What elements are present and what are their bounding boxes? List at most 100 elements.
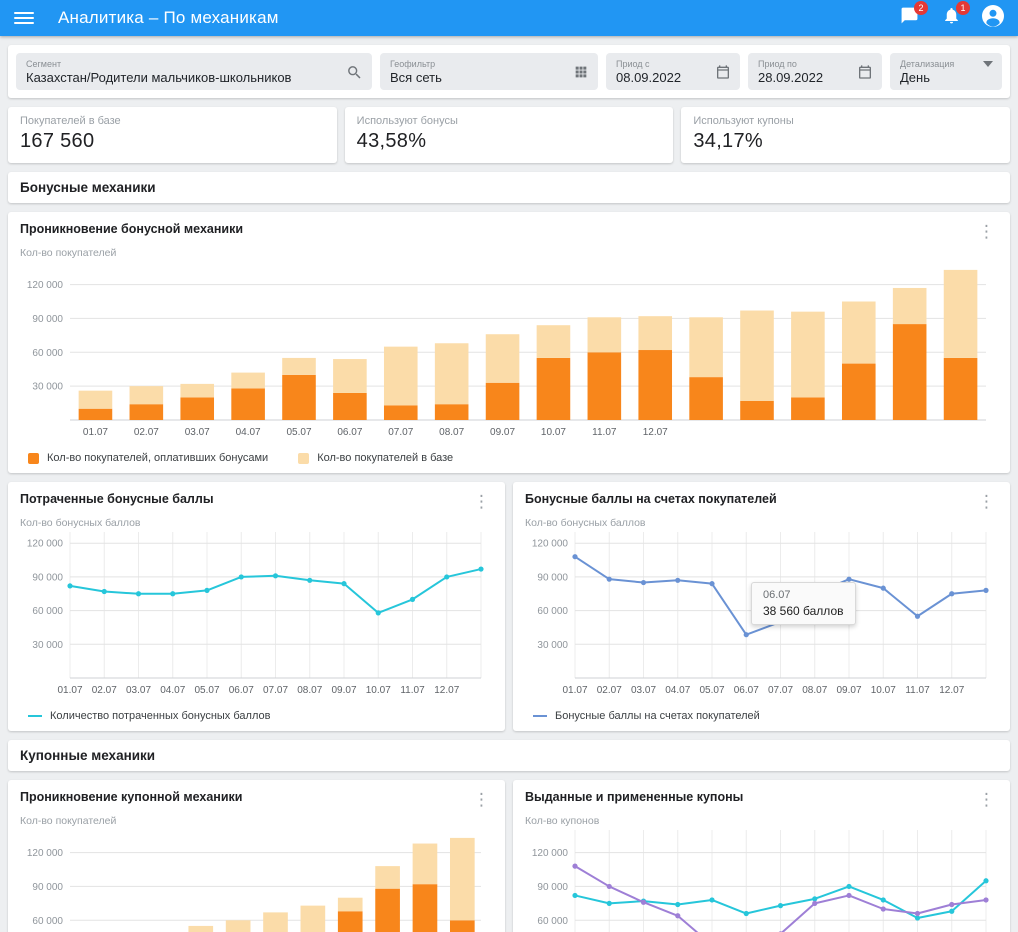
svg-text:09.07: 09.07 <box>490 427 515 438</box>
svg-text:04.07: 04.07 <box>160 685 185 696</box>
svg-text:90 000: 90 000 <box>537 882 568 893</box>
legend-swatch <box>28 715 42 717</box>
kebab-menu-button[interactable]: ⋮ <box>466 490 497 513</box>
svg-text:90 000: 90 000 <box>32 314 63 325</box>
svg-text:60 000: 60 000 <box>32 606 63 617</box>
line-chart-coupons[interactable]: 30 00060 00090 000120 000 <box>525 830 998 932</box>
svg-text:60 000: 60 000 <box>32 348 63 359</box>
hamburger-menu-button[interactable] <box>14 12 34 24</box>
svg-text:08.07: 08.07 <box>297 685 322 696</box>
svg-text:01.07: 01.07 <box>57 685 82 696</box>
svg-text:30 000: 30 000 <box>32 382 63 393</box>
period-to-filter[interactable]: Приод по 28.09.2022 <box>748 53 882 90</box>
svg-text:03.07: 03.07 <box>126 685 151 696</box>
svg-text:90 000: 90 000 <box>32 882 63 893</box>
kebab-menu-button[interactable]: ⋮ <box>466 788 497 811</box>
filter-bar: Сегмент Казахстан/Родители мальчиков-шко… <box>8 45 1010 98</box>
messages-badge: 2 <box>914 1 928 15</box>
svg-text:10.07: 10.07 <box>366 685 391 696</box>
period-from-value: 08.09.2022 <box>616 70 709 86</box>
notifications-badge: 1 <box>956 1 970 15</box>
svg-text:06.07: 06.07 <box>734 685 759 696</box>
kebab-menu-button[interactable]: ⋮ <box>971 220 1002 243</box>
svg-text:12.07: 12.07 <box>434 685 459 696</box>
svg-text:05.07: 05.07 <box>699 685 724 696</box>
svg-text:10.07: 10.07 <box>871 685 896 696</box>
svg-text:04.07: 04.07 <box>236 427 261 438</box>
svg-text:03.07: 03.07 <box>185 427 210 438</box>
period-to-label: Приод по <box>758 59 851 70</box>
page-title: Аналитика – По механикам <box>58 8 279 28</box>
kpi-label: Используют бонусы <box>357 115 662 127</box>
detalization-label: Детализация <box>900 59 977 70</box>
svg-text:60 000: 60 000 <box>537 606 568 617</box>
segment-filter-label: Сегмент <box>26 59 340 70</box>
messages-button[interactable]: 2 <box>898 7 920 29</box>
kebab-menu-button[interactable]: ⋮ <box>971 490 1002 513</box>
chart-title: Проникновение бонусной механики <box>20 222 998 236</box>
period-from-label: Приод с <box>616 59 709 70</box>
notifications-button[interactable]: 1 <box>940 7 962 29</box>
svg-text:30 000: 30 000 <box>537 640 568 651</box>
chart-title: Выданные и примененные купоны <box>525 790 998 804</box>
svg-text:09.07: 09.07 <box>331 685 356 696</box>
svg-text:90 000: 90 000 <box>537 572 568 583</box>
svg-text:07.07: 07.07 <box>263 685 288 696</box>
chart-card-bonus-penetration: Проникновение бонусной механики ⋮ Кол-во… <box>8 212 1010 473</box>
y-axis-label: Кол-во покупателей <box>20 815 493 827</box>
y-axis-label: Кол-во бонусных баллов <box>20 517 493 529</box>
svg-text:06.07: 06.07 <box>337 427 362 438</box>
chart-card-coupon-penetration: Проникновение купонной механики ⋮ Кол-во… <box>8 780 505 932</box>
kpi-value: 167 560 <box>20 130 325 153</box>
detalization-filter[interactable]: Детализация День <box>890 53 1002 90</box>
user-avatar-button[interactable] <box>982 7 1004 29</box>
chart-legend: Количество потраченных бонусных баллов <box>20 705 493 725</box>
calendar-icon <box>857 64 873 80</box>
period-from-filter[interactable]: Приод с 08.09.2022 <box>606 53 740 90</box>
svg-text:08.07: 08.07 <box>439 427 464 438</box>
svg-text:02.07: 02.07 <box>134 427 159 438</box>
svg-text:120 000: 120 000 <box>27 280 64 291</box>
tooltip-value: 38 560 баллов <box>763 604 844 618</box>
chart-card-coupons-issued-applied: Выданные и примененные купоны ⋮ Кол-во к… <box>513 780 1010 932</box>
svg-text:11.07: 11.07 <box>905 685 930 696</box>
stacked-bar-chart-bonus[interactable]: 30 000 60 000 90 000 120 000 01.07 02.07 03.07… <box>20 262 998 447</box>
search-icon <box>346 64 363 81</box>
chart-title: Бонусные баллы на счетах покупателей <box>525 492 998 506</box>
kpi-row: Покупателей в базе 167 560 Используют бо… <box>8 107 1010 163</box>
svg-text:03.07: 03.07 <box>631 685 656 696</box>
svg-text:120 000: 120 000 <box>532 848 569 859</box>
svg-text:05.07: 05.07 <box>194 685 219 696</box>
svg-text:07.07: 07.07 <box>768 685 793 696</box>
svg-text:11.07: 11.07 <box>592 427 617 438</box>
svg-text:02.07: 02.07 <box>597 685 622 696</box>
chart-title: Проникновение купонной механики <box>20 790 493 804</box>
svg-text:02.07: 02.07 <box>92 685 117 696</box>
svg-text:120 000: 120 000 <box>532 539 569 550</box>
svg-text:01.07: 01.07 <box>562 685 587 696</box>
period-to-value: 28.09.2022 <box>758 70 851 86</box>
chart-legend: Бонусные баллы на счетах покупателей <box>525 705 998 725</box>
svg-text:09.07: 09.07 <box>836 685 861 696</box>
segment-filter[interactable]: Сегмент Казахстан/Родители мальчиков-шко… <box>16 53 372 90</box>
line-chart-spent-points[interactable]: 30 00060 00090 000120 00001.0702.0703.07… <box>20 532 493 705</box>
svg-text:12.07: 12.07 <box>939 685 964 696</box>
stacked-bar-chart-coupon[interactable]: 30 00060 00090 000120 000 <box>20 830 493 932</box>
segment-filter-value: Казахстан/Родители мальчиков-школьников <box>26 70 340 86</box>
svg-text:01.07: 01.07 <box>83 427 108 438</box>
detalization-value: День <box>900 70 977 86</box>
svg-text:120 000: 120 000 <box>27 848 64 859</box>
calendar-icon <box>715 64 731 80</box>
svg-text:10.07: 10.07 <box>541 427 566 438</box>
geofilter[interactable]: Геофильтр Вся сеть <box>380 53 598 90</box>
kebab-menu-button[interactable]: ⋮ <box>971 788 1002 811</box>
kpi-label: Покупателей в базе <box>20 115 325 127</box>
kpi-value: 43,58% <box>357 130 662 153</box>
chart-card-account-points: Бонусные баллы на счетах покупателей ⋮ К… <box>513 482 1010 731</box>
kpi-card-bonus-usage: Используют бонусы 43,58% <box>345 107 674 163</box>
svg-text:60 000: 60 000 <box>537 916 568 927</box>
svg-text:120 000: 120 000 <box>27 539 64 550</box>
svg-text:08.07: 08.07 <box>802 685 827 696</box>
geofilter-value: Вся сеть <box>390 70 567 86</box>
geofilter-label: Геофильтр <box>390 59 567 70</box>
